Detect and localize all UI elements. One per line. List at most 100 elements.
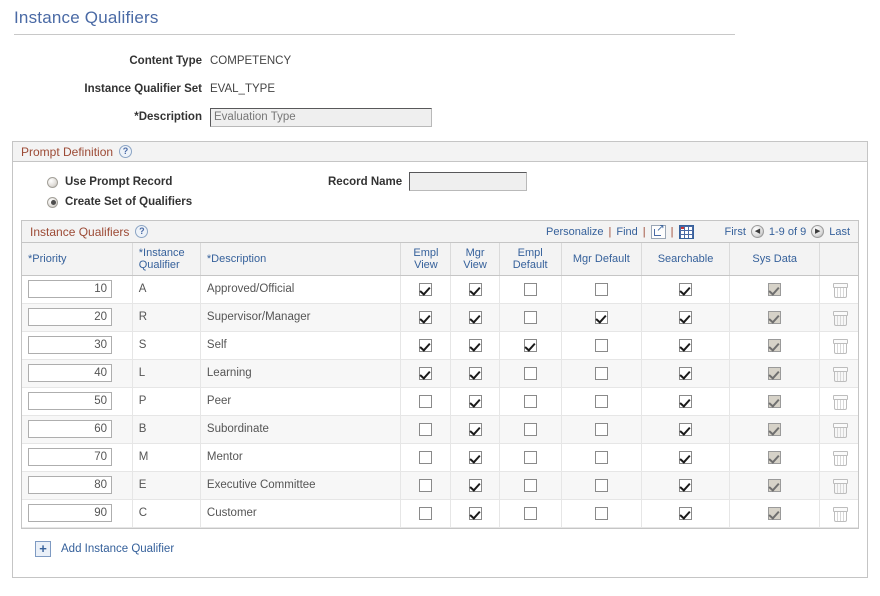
trash-icon[interactable] xyxy=(834,451,845,464)
record-name-group: Record Name xyxy=(328,172,527,191)
checkbox-empl-view[interactable] xyxy=(419,395,432,408)
prev-arrow-icon[interactable]: ◀ xyxy=(751,225,764,238)
plus-icon[interactable]: + xyxy=(35,541,51,557)
checkbox-empl-view[interactable] xyxy=(419,367,432,380)
personalize-link[interactable]: Personalize xyxy=(546,226,603,238)
radio-use-prompt-record-mark[interactable] xyxy=(47,177,58,188)
checkbox-empl-default[interactable] xyxy=(524,339,537,352)
cell-checkbox-empl-default xyxy=(499,303,561,331)
table-row: BSubordinate xyxy=(22,415,858,443)
checkbox-empl-view[interactable] xyxy=(419,479,432,492)
checkbox-searchable[interactable] xyxy=(679,507,692,520)
checkbox-empl-default[interactable] xyxy=(524,451,537,464)
trash-icon[interactable] xyxy=(834,367,845,380)
cell-instance-qualifier: M xyxy=(132,443,200,471)
checkbox-searchable[interactable] xyxy=(679,395,692,408)
checkbox-searchable[interactable] xyxy=(679,423,692,436)
checkbox-mgr-view[interactable] xyxy=(469,507,482,520)
checkbox-empl-default[interactable] xyxy=(524,423,537,436)
trash-icon[interactable] xyxy=(834,423,845,436)
cell-checkbox-mgr-default xyxy=(561,415,641,443)
download-grid-icon[interactable] xyxy=(679,225,694,239)
add-instance-qualifier-row[interactable]: + Add Instance Qualifier xyxy=(21,529,859,567)
checkbox-mgr-view[interactable] xyxy=(469,479,482,492)
checkbox-mgr-view[interactable] xyxy=(469,311,482,324)
checkbox-mgr-view[interactable] xyxy=(469,367,482,380)
checkbox-mgr-default[interactable] xyxy=(595,395,608,408)
checkbox-empl-default[interactable] xyxy=(524,479,537,492)
checkbox-empl-default[interactable] xyxy=(524,311,537,324)
radio-create-set-of-qualifiers-mark[interactable] xyxy=(47,197,58,208)
cell-checkbox-sys-data xyxy=(730,359,820,387)
checkbox-mgr-default[interactable] xyxy=(595,339,608,352)
expand-all-icon[interactable] xyxy=(651,225,666,239)
cell-description: Mentor xyxy=(200,443,400,471)
cell-checkbox-mgr-default xyxy=(561,303,641,331)
trash-icon[interactable] xyxy=(834,339,845,352)
checkbox-mgr-default[interactable] xyxy=(595,311,608,324)
trash-icon[interactable] xyxy=(834,395,845,408)
checkbox-mgr-view[interactable] xyxy=(469,283,482,296)
priority-input[interactable] xyxy=(28,280,112,298)
priority-input[interactable] xyxy=(28,420,112,438)
nav-first-link[interactable]: First xyxy=(725,226,746,238)
priority-input[interactable] xyxy=(28,448,112,466)
checkbox-mgr-default[interactable] xyxy=(595,423,608,436)
checkbox-sys-data xyxy=(768,339,781,352)
priority-input[interactable] xyxy=(28,336,112,354)
radio-create-set-of-qualifiers[interactable]: Create Set of Qualifiers xyxy=(47,192,859,212)
checkbox-searchable[interactable] xyxy=(679,479,692,492)
checkbox-empl-view[interactable] xyxy=(419,423,432,436)
checkbox-searchable[interactable] xyxy=(679,283,692,296)
checkbox-empl-default[interactable] xyxy=(524,507,537,520)
checkbox-empl-default[interactable] xyxy=(524,395,537,408)
checkbox-empl-default[interactable] xyxy=(524,367,537,380)
checkbox-mgr-default[interactable] xyxy=(595,367,608,380)
question-mark-icon[interactable]: ? xyxy=(119,145,132,158)
field-row-qualifier-set: Instance Qualifier Set EVAL_TYPE xyxy=(0,77,880,101)
priority-input[interactable] xyxy=(28,364,112,382)
checkbox-empl-default[interactable] xyxy=(524,283,537,296)
checkbox-mgr-view[interactable] xyxy=(469,451,482,464)
nav-last-link[interactable]: Last xyxy=(829,226,850,238)
checkbox-empl-view[interactable] xyxy=(419,451,432,464)
prompt-definition-options: Use Prompt Record Create Set of Qualifie… xyxy=(21,172,859,216)
checkbox-empl-view[interactable] xyxy=(419,311,432,324)
checkbox-empl-view[interactable] xyxy=(419,283,432,296)
question-mark-icon[interactable]: ? xyxy=(135,225,148,238)
checkbox-mgr-default[interactable] xyxy=(595,479,608,492)
checkbox-mgr-view[interactable] xyxy=(469,395,482,408)
description-input[interactable] xyxy=(210,108,432,127)
checkbox-searchable[interactable] xyxy=(679,367,692,380)
checkbox-mgr-view[interactable] xyxy=(469,423,482,436)
cell-priority xyxy=(22,275,132,303)
priority-input[interactable] xyxy=(28,476,112,494)
trash-icon[interactable] xyxy=(834,311,845,324)
cell-description: Self xyxy=(200,331,400,359)
toolbar-separator: | xyxy=(643,226,646,238)
cell-checkbox-sys-data xyxy=(730,275,820,303)
checkbox-sys-data xyxy=(768,367,781,380)
checkbox-searchable[interactable] xyxy=(679,451,692,464)
priority-input[interactable] xyxy=(28,504,112,522)
next-arrow-icon[interactable]: ▶ xyxy=(811,225,824,238)
priority-input[interactable] xyxy=(28,392,112,410)
priority-input[interactable] xyxy=(28,308,112,326)
checkbox-empl-view[interactable] xyxy=(419,507,432,520)
checkbox-mgr-view[interactable] xyxy=(469,339,482,352)
checkbox-searchable[interactable] xyxy=(679,339,692,352)
col-mgr-view: Mgr View xyxy=(451,243,499,275)
checkbox-mgr-default[interactable] xyxy=(595,451,608,464)
trash-icon[interactable] xyxy=(834,283,845,296)
trash-icon[interactable] xyxy=(834,507,845,520)
add-instance-qualifier-label[interactable]: Add Instance Qualifier xyxy=(61,543,174,555)
trash-icon[interactable] xyxy=(834,479,845,492)
checkbox-empl-view[interactable] xyxy=(419,339,432,352)
cell-priority xyxy=(22,471,132,499)
record-name-input[interactable] xyxy=(409,172,527,191)
cell-instance-qualifier: A xyxy=(132,275,200,303)
checkbox-mgr-default[interactable] xyxy=(595,283,608,296)
checkbox-searchable[interactable] xyxy=(679,311,692,324)
find-link[interactable]: Find xyxy=(616,226,637,238)
checkbox-mgr-default[interactable] xyxy=(595,507,608,520)
